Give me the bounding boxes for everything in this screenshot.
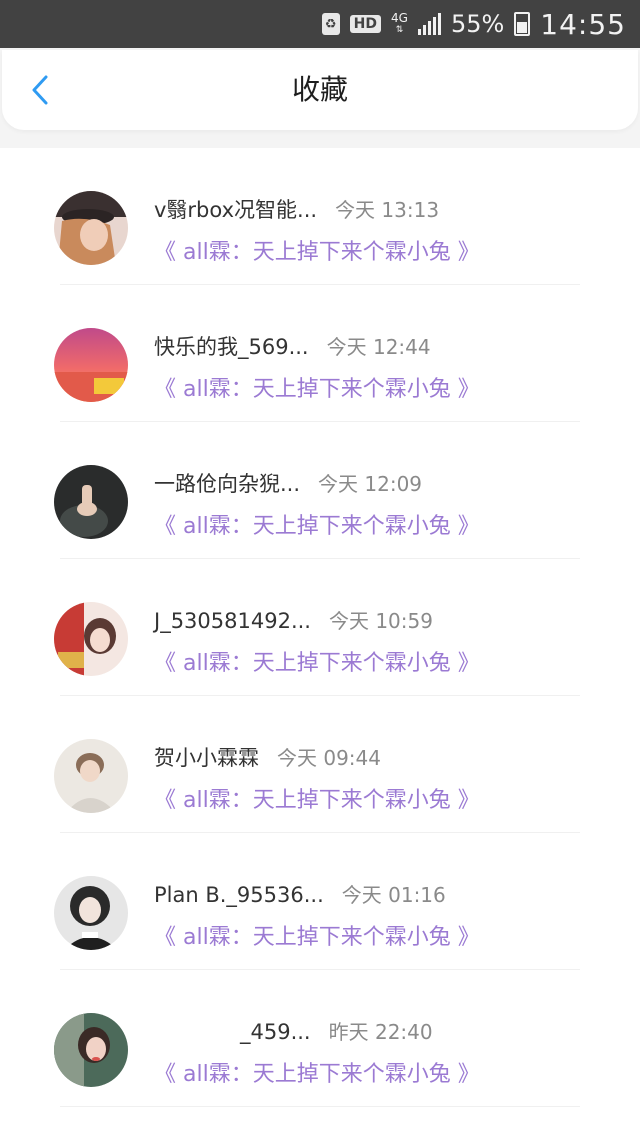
item-name-line: 贺小小霖霖 今天 09:44 bbox=[154, 742, 381, 772]
item-name-line: v翳rbox况智能... 今天 13:13 bbox=[154, 194, 439, 224]
list-item[interactable]: 快乐的我_569... 今天 12:44 《 all霖：天上掉下来个霖小兔 》 bbox=[0, 285, 640, 422]
header: 收藏 bbox=[0, 48, 640, 148]
page-title: 收藏 bbox=[291, 73, 348, 106]
item-time: 今天 12:44 bbox=[326, 335, 431, 359]
signal-icon bbox=[417, 13, 441, 35]
item-name-line: Plan B._95536... 今天 01:16 bbox=[154, 879, 446, 908]
avatar[interactable] bbox=[54, 465, 128, 539]
item-name-line: _459... 昨天 22:40 bbox=[154, 1016, 433, 1045]
list-item[interactable]: _459... 昨天 22:40 《 all霖：天上掉下来个霖小兔 》 bbox=[0, 970, 640, 1107]
avatar[interactable] bbox=[54, 328, 128, 402]
item-quote[interactable]: 《 all霖：天上掉下来个霖小兔 》 bbox=[154, 508, 480, 540]
clock: 14:55 bbox=[540, 7, 626, 41]
battery-percent: 55% bbox=[450, 10, 505, 38]
item-name: _459... bbox=[240, 1020, 311, 1044]
avatar[interactable] bbox=[54, 739, 128, 813]
header-card: 收藏 bbox=[2, 50, 638, 130]
item-name: v翳rbox况智能... bbox=[154, 198, 318, 222]
item-name: 快乐的我_569... bbox=[154, 335, 309, 359]
avatar[interactable] bbox=[54, 876, 128, 950]
item-time: 昨天 22:40 bbox=[328, 1020, 433, 1044]
item-name-line: J_530581492... 今天 10:59 bbox=[154, 605, 433, 634]
data-arrows-icon: ⇅ bbox=[395, 25, 404, 35]
item-quote[interactable]: 《 all霖：天上掉下来个霖小兔 》 bbox=[154, 371, 480, 403]
hd-badge: HD bbox=[349, 15, 382, 33]
item-name: 贺小小霖霖 bbox=[154, 746, 259, 770]
recycle-icon: ♻ bbox=[321, 13, 340, 35]
item-name-line: 快乐的我_569... 今天 12:44 bbox=[154, 331, 431, 361]
item-quote[interactable]: 《 all霖：天上掉下来个霖小兔 》 bbox=[154, 234, 480, 266]
status-bar: ♻ HD 4G ⇅ 55% 14:55 bbox=[0, 0, 640, 48]
avatar[interactable] bbox=[54, 191, 128, 265]
item-quote[interactable]: 《 all霖：天上掉下来个霖小兔 》 bbox=[154, 782, 480, 814]
item-name-line: 一路伧向杂猊... 今天 12:09 bbox=[154, 468, 422, 498]
item-time: 今天 12:09 bbox=[318, 472, 423, 496]
divider bbox=[60, 1106, 580, 1107]
item-quote[interactable]: 《 all霖：天上掉下来个霖小兔 》 bbox=[154, 645, 480, 677]
list-item[interactable]: J_530581492... 今天 10:59 《 all霖：天上掉下来个霖小兔 … bbox=[0, 559, 640, 696]
battery-icon bbox=[514, 12, 531, 36]
network-type: 4G ⇅ bbox=[391, 12, 408, 36]
list-item[interactable]: 贺小小霖霖 今天 09:44 《 all霖：天上掉下来个霖小兔 》 bbox=[0, 696, 640, 833]
avatar[interactable] bbox=[54, 1013, 128, 1087]
item-time: 今天 10:59 bbox=[328, 609, 433, 633]
item-time: 今天 13:13 bbox=[335, 198, 440, 222]
avatar[interactable] bbox=[54, 602, 128, 676]
item-name: 一路伧向杂猊... bbox=[154, 472, 301, 496]
list-item[interactable]: Plan B._95536... 今天 01:16 《 all霖：天上掉下来个霖小… bbox=[0, 833, 640, 970]
list-item[interactable]: v翳rbox况智能... 今天 13:13 《 all霖：天上掉下来个霖小兔 》 bbox=[0, 148, 640, 285]
item-quote[interactable]: 《 all霖：天上掉下来个霖小兔 》 bbox=[154, 1056, 480, 1088]
item-name: Plan B._95536... bbox=[154, 883, 324, 907]
item-quote[interactable]: 《 all霖：天上掉下来个霖小兔 》 bbox=[154, 919, 480, 951]
item-time: 今天 09:44 bbox=[277, 746, 381, 770]
item-time: 今天 01:16 bbox=[341, 883, 446, 907]
network-label: 4G bbox=[391, 11, 408, 25]
favorites-list: v翳rbox况智能... 今天 13:13 《 all霖：天上掉下来个霖小兔 》 … bbox=[0, 148, 640, 1107]
list-item[interactable]: 一路伧向杂猊... 今天 12:09 《 all霖：天上掉下来个霖小兔 》 bbox=[0, 422, 640, 559]
item-name: J_530581492... bbox=[154, 609, 311, 633]
